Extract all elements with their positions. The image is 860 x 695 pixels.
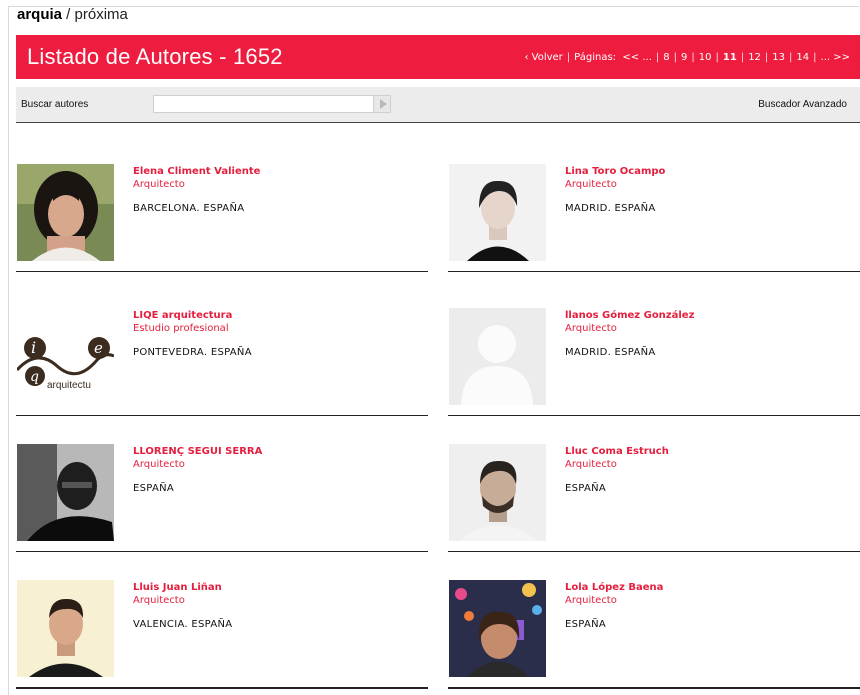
search-label: Buscar autores bbox=[21, 99, 89, 110]
author-location: ESPAÑA bbox=[565, 619, 607, 630]
author-photo-placeholder[interactable] bbox=[449, 308, 546, 405]
author-photo[interactable] bbox=[17, 164, 114, 261]
author-name[interactable]: Lola López Baena bbox=[565, 582, 663, 593]
pagination: ‹ Volver | Páginas: << ... | 8 | 9 | 10 | 11 | 12 | 13… bbox=[524, 52, 850, 63]
brand-section[interactable]: próxima bbox=[75, 6, 128, 23]
author-card: Lola López Baena Arquitecto ESPAÑA bbox=[448, 551, 860, 688]
page-title: Listado de Autores - 1652 bbox=[27, 44, 283, 69]
author-name[interactable]: Lina Toro Ocampo bbox=[565, 166, 665, 177]
author-role: Arquitecto bbox=[565, 595, 617, 606]
page-link[interactable]: 10 bbox=[699, 52, 712, 63]
author-role: Arquitecto bbox=[133, 179, 185, 190]
author-name[interactable]: llanos Gómez González bbox=[565, 310, 694, 321]
author-location: MADRID. ESPAÑA bbox=[565, 347, 656, 358]
brand-name[interactable]: arquia bbox=[17, 6, 62, 23]
author-photo[interactable] bbox=[449, 580, 546, 677]
author-role: Arquitecto bbox=[565, 179, 617, 190]
author-role: Estudio profesional bbox=[133, 323, 229, 334]
page-link-last[interactable]: ... >> bbox=[821, 52, 850, 63]
author-name[interactable]: Lluis Juan Liñan bbox=[133, 582, 222, 593]
card-bottom-line-left bbox=[16, 688, 428, 689]
logo-subtext: arquitectu bbox=[47, 380, 91, 391]
page-link-first[interactable]: << ... bbox=[622, 52, 651, 63]
back-link[interactable]: ‹ Volver bbox=[524, 52, 562, 63]
author-name[interactable]: Lluc Coma Estruch bbox=[565, 446, 669, 457]
author-location: ESPAÑA bbox=[133, 483, 175, 494]
author-location: VALENCIA. ESPAÑA bbox=[133, 619, 233, 630]
logo-letter-i: i bbox=[31, 338, 36, 357]
author-role: Arquitecto bbox=[133, 595, 185, 606]
advanced-search-link[interactable]: Buscador Avanzado bbox=[758, 99, 847, 110]
author-card: llanos Gómez González Arquitecto MADRID.… bbox=[448, 279, 860, 416]
page-link-current[interactable]: 11 bbox=[723, 52, 737, 63]
card-bottom-line-right bbox=[448, 688, 860, 689]
author-photo[interactable] bbox=[17, 580, 114, 677]
page-link[interactable]: 12 bbox=[748, 52, 761, 63]
breadcrumb: arquia / próxima bbox=[17, 6, 128, 23]
page-link[interactable]: 8 bbox=[663, 52, 669, 63]
author-card: Elena Climent Valiente Arquitecto BARCEL… bbox=[16, 135, 428, 272]
page-link[interactable]: 9 bbox=[681, 52, 687, 63]
author-photo[interactable] bbox=[449, 444, 546, 541]
page-link[interactable]: 13 bbox=[772, 52, 785, 63]
search-bar: Buscar autores Buscador Avanzado bbox=[16, 87, 860, 123]
author-card: Lluis Juan Liñan Arquitecto VALENCIA. ES… bbox=[16, 551, 428, 688]
author-name[interactable]: LIQE arquitectura bbox=[133, 310, 232, 321]
author-role: Arquitecto bbox=[565, 323, 617, 334]
author-photo[interactable] bbox=[17, 444, 114, 541]
author-role: Arquitecto bbox=[565, 459, 617, 470]
header-bar: Listado de Autores - 1652 ‹ Volver | Págin… bbox=[16, 35, 860, 79]
search-input[interactable] bbox=[153, 95, 375, 113]
logo-letter-e: e bbox=[94, 339, 103, 357]
author-location: ESPAÑA bbox=[565, 483, 607, 494]
author-photo[interactable] bbox=[449, 164, 546, 261]
author-card: i q e arquitectu LIQE arquitectura Estud… bbox=[16, 279, 428, 416]
search-submit-button[interactable] bbox=[373, 95, 391, 113]
logo-letter-q: q bbox=[30, 369, 39, 385]
author-name[interactable]: Elena Climent Valiente bbox=[133, 166, 260, 177]
author-location: MADRID. ESPAÑA bbox=[565, 203, 656, 214]
author-location: PONTEVEDRA. ESPAÑA bbox=[133, 347, 252, 358]
author-role: Arquitecto bbox=[133, 459, 185, 470]
author-name[interactable]: LLORENÇ SEGUI SERRA bbox=[133, 446, 262, 457]
author-card: Lina Toro Ocampo Arquitecto MADRID. ESPA… bbox=[448, 135, 860, 272]
back-label: Volver bbox=[531, 52, 563, 63]
page-link[interactable]: 14 bbox=[796, 52, 809, 63]
pages-label: Páginas: bbox=[574, 52, 617, 63]
author-card: Lluc Coma Estruch Arquitecto ESPAÑA bbox=[448, 415, 860, 552]
author-logo[interactable]: i q e arquitectu bbox=[17, 308, 114, 405]
author-location: BARCELONA. ESPAÑA bbox=[133, 203, 245, 214]
author-card: LLORENÇ SEGUI SERRA Arquitecto ESPAÑA bbox=[16, 415, 428, 552]
